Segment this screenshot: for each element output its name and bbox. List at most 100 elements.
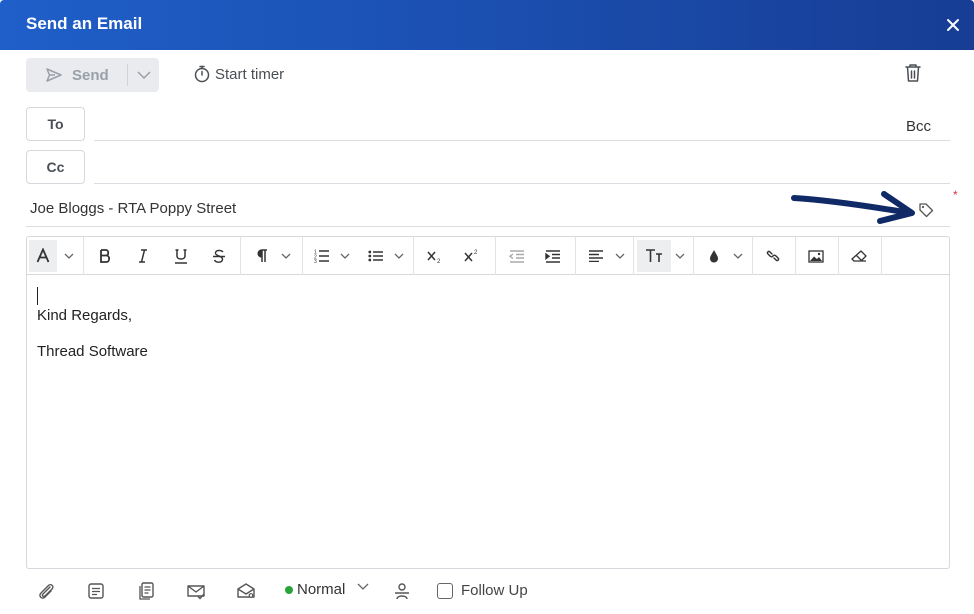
send-icon [46, 68, 62, 82]
paragraph-icon [257, 249, 267, 262]
toolbar-divider [633, 237, 634, 275]
assign-user-button[interactable] [392, 581, 412, 601]
strikethrough-icon [213, 249, 225, 263]
italic-button[interactable] [129, 240, 157, 272]
subscript-button[interactable]: 2 [423, 240, 447, 272]
indent-button[interactable] [541, 240, 565, 272]
image-icon [808, 249, 824, 263]
unordered-list-dropdown[interactable] [392, 240, 406, 272]
follow-up-checkbox[interactable]: Follow Up [437, 582, 528, 599]
copy-document-icon [139, 582, 154, 600]
unordered-list-icon [368, 250, 383, 262]
bold-button[interactable] [91, 240, 119, 272]
required-marker: * [953, 188, 958, 202]
to-input[interactable] [94, 107, 894, 140]
send-button-group: Send [26, 58, 159, 92]
cc-input-underline [94, 183, 950, 184]
stopwatch-icon [194, 65, 210, 83]
send-options-dropdown[interactable] [128, 58, 159, 92]
ordered-list-dropdown[interactable] [338, 240, 352, 272]
user-assign-icon [395, 583, 409, 600]
underline-button[interactable] [167, 240, 195, 272]
body-line[interactable]: Thread Software [37, 343, 148, 360]
text-size-button[interactable] [637, 240, 671, 272]
toolbar-divider [693, 237, 694, 275]
envelope-person-icon [237, 583, 255, 598]
align-left-icon [589, 250, 603, 262]
toolbar-divider [795, 237, 796, 275]
dialog-title: Send an Email [26, 14, 143, 33]
priority-label: Normal [297, 581, 346, 598]
paragraph-button[interactable] [251, 240, 273, 272]
insert-link-button[interactable] [761, 240, 785, 272]
strikethrough-button[interactable] [205, 240, 233, 272]
link-icon [766, 250, 780, 262]
attach-button[interactable] [36, 581, 56, 601]
toolbar-divider [752, 237, 753, 275]
toolbar-divider [838, 237, 839, 275]
envelope-check-icon [187, 585, 205, 600]
send-button[interactable]: Send [26, 58, 127, 92]
email-editor: 123 2 2 Kind Regards, Thread Software [26, 236, 950, 569]
cc-button[interactable]: Cc [26, 150, 85, 184]
toolbar-divider [413, 237, 414, 275]
toolbar-divider [83, 237, 84, 275]
superscript-button[interactable]: 2 [460, 240, 484, 272]
align-button[interactable] [585, 240, 607, 272]
toolbar-divider [575, 237, 576, 275]
chevron-down-icon [64, 253, 74, 259]
svg-text:3: 3 [314, 259, 317, 263]
trash-icon [905, 64, 921, 82]
eraser-icon [851, 250, 867, 262]
toolbar-divider [495, 237, 496, 275]
subscript-icon: 2 [427, 251, 441, 263]
chevron-down-icon [136, 71, 151, 79]
chevron-down-icon [394, 253, 404, 259]
body-line[interactable]: Kind Regards, [37, 307, 132, 324]
outdent-button[interactable] [505, 240, 529, 272]
unordered-list-button[interactable] [365, 240, 387, 272]
toolbar-divider [302, 237, 303, 275]
checkbox-box[interactable] [437, 582, 453, 599]
svg-text:2: 2 [474, 250, 478, 256]
paragraph-dropdown[interactable] [279, 240, 293, 272]
copy-button[interactable] [136, 581, 156, 601]
tag-button[interactable] [918, 202, 934, 218]
editor-toolbar: 123 2 2 [27, 237, 949, 275]
bcc-button[interactable]: Bcc [906, 118, 931, 135]
subject-input[interactable]: Joe Bloggs - RTA Poppy Street [30, 200, 236, 217]
font-color-dropdown[interactable] [60, 240, 78, 272]
start-timer-label: Start timer [215, 65, 285, 83]
toolbar-divider [881, 237, 882, 275]
close-button[interactable] [942, 14, 964, 36]
ordered-list-button[interactable]: 123 [311, 240, 333, 272]
delete-button[interactable] [904, 63, 924, 85]
highlight-dropdown[interactable] [731, 240, 745, 272]
text-size-icon [646, 249, 662, 262]
insert-image-button[interactable] [804, 240, 828, 272]
to-button[interactable]: To [26, 107, 85, 141]
to-input-underline [94, 140, 950, 141]
paperclip-icon [39, 583, 54, 599]
chevron-down-icon [615, 253, 625, 259]
toolbar-divider [240, 237, 241, 275]
chevron-down-icon [357, 583, 369, 590]
email-contact-button[interactable] [236, 581, 256, 601]
start-timer-button[interactable]: Start timer [194, 64, 284, 84]
font-color-button[interactable] [29, 240, 57, 272]
highlight-button[interactable] [703, 240, 725, 272]
chevron-down-icon [281, 253, 291, 259]
chevron-down-icon [733, 253, 743, 259]
clear-format-button[interactable] [847, 240, 871, 272]
text-size-dropdown[interactable] [673, 240, 687, 272]
email-verify-button[interactable] [186, 581, 206, 601]
ordered-list-icon: 123 [314, 250, 329, 263]
tag-icon [919, 203, 934, 218]
indent-icon [545, 249, 560, 263]
align-dropdown[interactable] [613, 240, 627, 272]
template-button[interactable] [86, 581, 106, 601]
priority-selector[interactable]: Normal [285, 581, 369, 598]
annotation-arrow-icon [791, 191, 915, 224]
cc-input[interactable] [94, 150, 950, 183]
underline-icon [175, 248, 187, 264]
